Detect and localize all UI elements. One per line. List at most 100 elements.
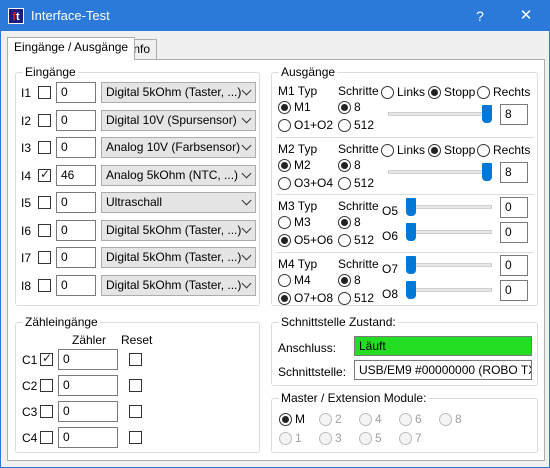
module-label: 8 [455, 412, 462, 426]
direction-stop-radio[interactable] [428, 143, 441, 157]
outputs-mode-radio[interactable] [278, 119, 291, 132]
input-mode-select[interactable]: Analog 5kOhm (NTC, ...) [101, 164, 256, 186]
steps-512-radio[interactable] [338, 119, 351, 132]
steps-512-radio[interactable] [338, 234, 351, 247]
counter-checkbox[interactable]: ✓ [40, 351, 53, 366]
motor-separator [276, 251, 534, 253]
input-mode-select[interactable]: Digital 5kOhm (Taster, ...) [101, 247, 256, 268]
steps-512-radio[interactable] [338, 291, 351, 305]
output-b-value: 0 [500, 279, 528, 301]
input-checkbox[interactable] [38, 278, 51, 292]
outputs-mode-radio[interactable] [278, 234, 291, 247]
counter-checkbox[interactable] [40, 379, 53, 392]
counter-value: 0 [58, 427, 118, 448]
module-radio[interactable] [279, 413, 292, 426]
steps-512-radio[interactable] [338, 176, 351, 190]
steps-8-radio[interactable] [338, 273, 351, 287]
input-mode-select[interactable]: Digital 5kOhm (Taster, ...) [101, 274, 256, 296]
input-mode-value: Analog 10V (Farbsensor) [106, 140, 241, 154]
reset-checkbox[interactable] [129, 353, 142, 366]
motor-mode-radio[interactable] [278, 101, 291, 114]
direction-left-label: Links [397, 142, 426, 157]
inputs-group-title: Eingänge [23, 65, 78, 79]
steps-8-radio[interactable] [338, 158, 351, 172]
module-radio[interactable] [399, 413, 412, 426]
input-checkbox[interactable] [38, 223, 51, 237]
outputs-group-title: Ausgänge [279, 65, 338, 79]
direction-stop-label: Stopp [444, 85, 476, 99]
input-mode-select[interactable]: Digital 5kOhm (Taster, ...) [101, 82, 256, 103]
app-icon: ft [8, 8, 24, 24]
counter-checkbox[interactable] [40, 431, 53, 444]
chevron-down-icon [241, 250, 252, 261]
input-label: I7 [21, 251, 32, 265]
help-button[interactable]: ? [465, 5, 495, 27]
direction-left-radio[interactable] [381, 143, 394, 157]
direction-right-radio[interactable] [477, 143, 490, 157]
outputs-mode-label: O5+O6 [294, 233, 334, 247]
reset-checkbox[interactable] [129, 405, 142, 418]
module-radio[interactable] [359, 432, 372, 445]
module-radio[interactable] [439, 413, 452, 426]
direction-left-radio[interactable] [381, 86, 394, 99]
motor-mode-radio[interactable] [278, 273, 291, 287]
input-mode-select[interactable]: Digital 5kOhm (Taster, ...) [101, 219, 256, 241]
close-button[interactable]: ✕ [511, 5, 541, 27]
counter-value: 0 [58, 401, 118, 422]
steps-label: Schritte [338, 256, 379, 271]
chevron-down-icon [241, 113, 252, 123]
motor-mode-radio[interactable] [278, 158, 291, 172]
module-radio[interactable] [319, 432, 332, 445]
counter-checkbox[interactable] [40, 405, 53, 418]
input-checkbox[interactable] [38, 251, 51, 264]
counter-label: C3 [22, 405, 38, 419]
motor-speed-slider-thumb[interactable] [482, 105, 492, 123]
input-label: I3 [21, 141, 32, 155]
direction-right-radio[interactable] [477, 86, 490, 99]
outputs-mode-label: O3+O4 [294, 175, 334, 190]
motor-mode-radio[interactable] [278, 216, 291, 229]
input-mode-select[interactable]: Analog 10V (Farbsensor) [101, 137, 256, 158]
input-checkbox[interactable]: ✓ [38, 167, 51, 182]
modules-group-title: Master / Extension Module: [279, 391, 429, 405]
module-radio[interactable] [399, 432, 412, 445]
input-mode-select[interactable]: Digital 10V (Spursensor) [101, 109, 256, 131]
input-mode-select[interactable]: Ultraschall [101, 192, 256, 213]
input-checkbox[interactable] [38, 196, 51, 209]
outputs-mode-radio[interactable] [278, 176, 291, 190]
motor-speed-value: 8 [500, 161, 528, 183]
output-a-slider-thumb[interactable] [406, 255, 416, 274]
input-label: I4 [21, 168, 32, 183]
direction-stop-label: Stopp [444, 142, 476, 157]
output-b-slider-thumb[interactable] [406, 223, 416, 241]
motor-separator [276, 194, 534, 195]
output-b-slider-thumb[interactable] [406, 280, 416, 299]
motor-type-label: M4 Typ [278, 256, 318, 271]
window-title: Interface-Test [31, 8, 110, 23]
outputs-mode-radio[interactable] [278, 291, 291, 305]
input-value: 0 [56, 219, 96, 241]
input-checkbox[interactable] [38, 141, 51, 154]
direction-stop-radio[interactable] [428, 86, 441, 99]
reset-checkbox[interactable] [129, 379, 142, 392]
input-value: 46 [56, 164, 96, 186]
input-mode-value: Digital 10V (Spursensor) [106, 112, 237, 127]
motor-speed-slider-thumb[interactable] [482, 162, 492, 181]
input-checkbox[interactable] [38, 113, 51, 127]
reset-checkbox[interactable] [129, 431, 142, 444]
input-label: I8 [21, 278, 32, 293]
output-b-label: O6 [382, 229, 399, 243]
motor-type-label: M1 Typ [278, 84, 318, 98]
tab-io[interactable]: Eingänge / Ausgänge [7, 37, 136, 60]
output-a-slider-thumb[interactable] [406, 198, 416, 216]
module-radio[interactable] [359, 413, 372, 426]
chevron-down-icon [241, 278, 252, 288]
steps-8-radio[interactable] [338, 216, 351, 229]
steps-label: Schritte [338, 141, 379, 156]
input-checkbox[interactable] [38, 86, 51, 99]
module-radio[interactable] [319, 413, 332, 426]
input-mode-value: Digital 5kOhm (Taster, ...) [106, 277, 242, 292]
module-radio[interactable] [279, 432, 292, 445]
steps-8-radio[interactable] [338, 101, 351, 114]
motor-type-label: M3 Typ [278, 199, 318, 213]
